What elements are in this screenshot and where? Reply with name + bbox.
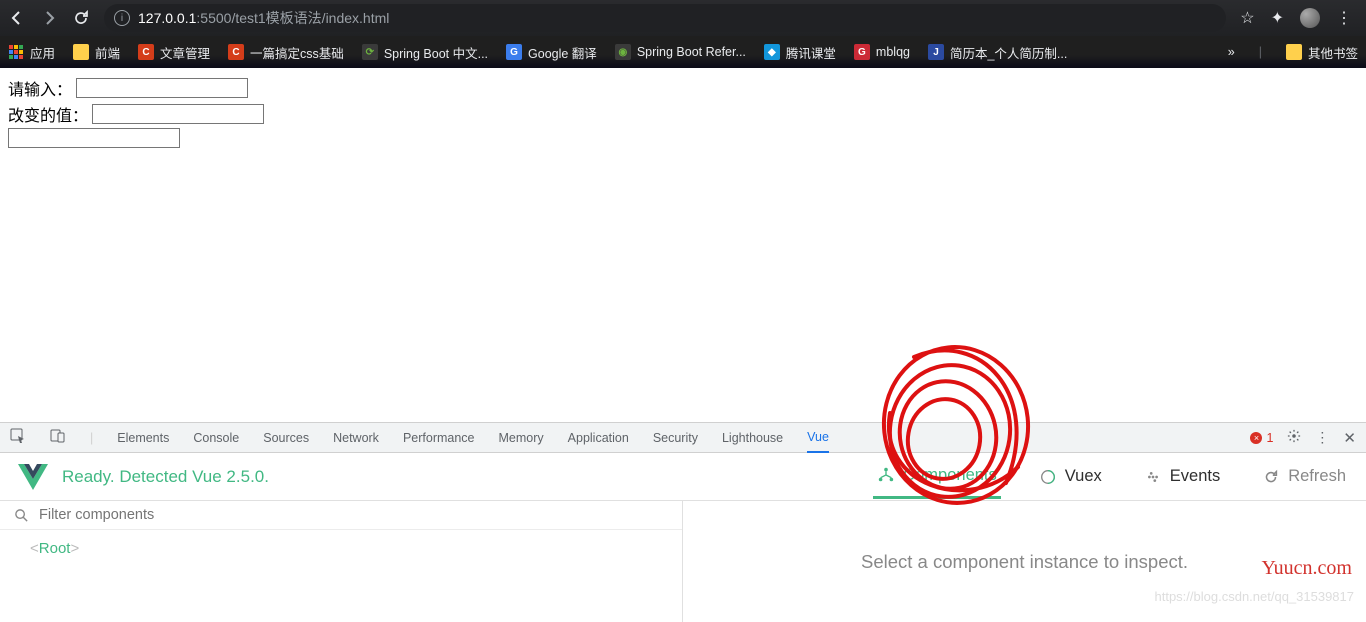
site-info-icon[interactable]: i [114,10,130,26]
bookmark-article-mgmt[interactable]: C文章管理 [138,43,210,62]
vue-logo-icon [18,463,48,491]
bookmark-springboot-ref[interactable]: ◉Spring Boot Refer... [615,44,746,60]
device-toggle-icon[interactable] [50,428,66,447]
tab-memory[interactable]: Memory [499,423,544,453]
vue-tabs: Components Vuex Events Refresh [873,455,1350,499]
devtools-panel: | Elements Console Sources Network Perfo… [0,422,1366,622]
vue-tab-events[interactable]: Events [1140,456,1224,497]
vue-ready-text: Ready. Detected Vue 2.5.0. [62,467,269,487]
filter-components-input[interactable] [39,507,668,523]
extra-input[interactable] [8,128,180,148]
reload-button[interactable] [72,9,90,27]
vue-devtools-header: Ready. Detected Vue 2.5.0. Components Vu… [0,453,1366,501]
bookmark-springboot-cn[interactable]: ⟳Spring Boot 中文... [362,43,488,62]
vue-tab-refresh[interactable]: Refresh [1258,456,1350,497]
devtools-tabs: | Elements Console Sources Network Perfo… [0,423,1366,453]
tab-console[interactable]: Console [193,423,239,453]
tab-vue[interactable]: Vue [807,423,829,453]
page-content: 请输入： 改变的值： [0,68,1366,158]
bookmark-star-icon[interactable]: ☆ [1240,8,1254,28]
tab-performance[interactable]: Performance [403,423,475,453]
bookmarks-bar: 应用 前端 C文章管理 C一篇搞定css基础 ⟳Spring Boot 中文..… [0,36,1366,68]
label-input: 请输入： [8,76,72,100]
inspect-element-icon[interactable] [10,428,26,447]
bookmark-apps[interactable]: 应用 [8,43,55,62]
vue-tab-vuex[interactable]: Vuex [1035,456,1106,497]
changed-value[interactable] [92,104,264,124]
bookmark-tencent-class[interactable]: ◆腾讯课堂 [764,43,836,62]
devtools-close-icon[interactable]: ✕ [1343,429,1356,447]
vue-tab-components[interactable]: Components [873,455,1001,499]
bookmark-other-folder[interactable]: 其他书签 [1286,43,1358,62]
error-badge[interactable]: ×1 [1250,431,1273,445]
vue-component-tree-pane: <Root> [0,501,683,622]
tab-elements[interactable]: Elements [117,423,169,453]
profile-avatar[interactable] [1300,8,1320,28]
address-bar-row: i 127.0.0.1:5500/test1模板语法/index.html ☆ … [0,0,1366,36]
back-button[interactable] [8,9,26,27]
devtools-settings-icon[interactable] [1287,429,1301,446]
filter-row [0,501,682,530]
address-bar[interactable]: i 127.0.0.1:5500/test1模板语法/index.html [104,4,1226,32]
label-changed: 改变的值： [8,102,88,126]
browser-chrome: i 127.0.0.1:5500/test1模板语法/index.html ☆ … [0,0,1366,68]
bookmark-google-translate[interactable]: GGoogle 翻译 [506,43,597,62]
tab-lighthouse[interactable]: Lighthouse [722,423,783,453]
bookmarks-overflow-icon[interactable]: » [1228,45,1235,59]
tab-security[interactable]: Security [653,423,698,453]
devtools-kebab-icon[interactable]: ⋮ [1315,429,1329,446]
csdn-watermark: https://blog.csdn.net/qq_31539817 [1155,589,1355,604]
bookmark-resume[interactable]: J简历本_个人简历制... [928,43,1067,62]
chrome-menu-icon[interactable]: ⋮ [1336,8,1352,28]
search-icon [14,508,29,523]
forward-button[interactable] [40,9,58,27]
tab-application[interactable]: Application [568,423,629,453]
url-text: 127.0.0.1:5500/test1模板语法/index.html [138,8,389,28]
component-tree: <Root> [0,530,682,567]
extensions-icon[interactable]: ✦ [1271,8,1284,28]
input-value[interactable] [76,78,248,98]
toolbar-right: ☆ ✦ ⋮ [1240,8,1358,28]
bookmark-css-basics[interactable]: C一篇搞定css基础 [228,43,344,62]
vue-body: <Root> Select a component instance to in… [0,501,1366,622]
bookmark-mblqg[interactable]: Gmblqg [854,44,910,60]
root-component-node[interactable]: <Root> [30,540,652,557]
tab-sources[interactable]: Sources [263,423,309,453]
inspect-hint-text: Select a component instance to inspect. [861,551,1188,573]
bookmark-frontend[interactable]: 前端 [73,43,120,62]
yuucn-watermark: Yuucn.com [1261,557,1352,580]
tab-network[interactable]: Network [333,423,379,453]
